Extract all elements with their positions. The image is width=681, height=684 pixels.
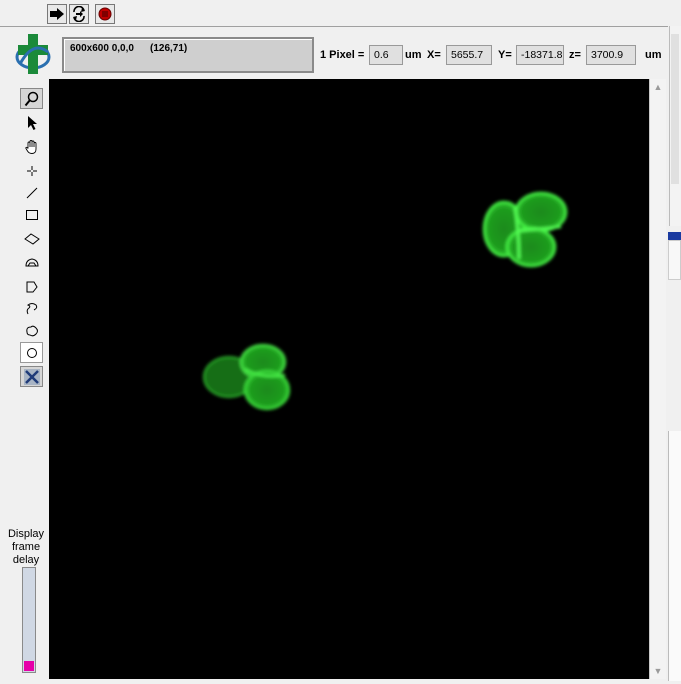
- polygon-tool-icon[interactable]: [20, 276, 43, 297]
- pan-hand-icon[interactable]: [20, 136, 43, 157]
- annulus-tool-icon[interactable]: [20, 252, 43, 273]
- y-position-field[interactable]: -18371.8: [516, 45, 564, 65]
- pixel-unit-label: um: [405, 49, 422, 61]
- delay-label-line3: delay: [12, 554, 40, 566]
- delay-label-line1: Display: [7, 528, 45, 540]
- z-label: z=: [569, 49, 581, 61]
- image-display-canvas[interactable]: [49, 79, 649, 679]
- y-label: Y=: [498, 49, 512, 61]
- position-unit-label: um: [645, 49, 662, 61]
- zoom-tool-icon[interactable]: [20, 88, 43, 109]
- top-toolbar: [0, 0, 681, 27]
- x-position-field[interactable]: 5655.7: [446, 45, 492, 65]
- x-label: X=: [427, 49, 441, 61]
- point-crosshair-icon[interactable]: [20, 160, 43, 181]
- image-status-box: 600x600 0,0,0 (126,71): [62, 37, 314, 73]
- image-info-text: 600x600 0,0,0: [70, 43, 134, 54]
- scroll-up-icon[interactable]: ▲: [652, 81, 664, 93]
- frame-delay-level: [24, 661, 34, 671]
- z-position-field[interactable]: 3700.9: [586, 45, 636, 65]
- rotated-rectangle-icon[interactable]: [20, 228, 43, 249]
- run-arrow-icon[interactable]: [47, 4, 67, 24]
- pixel-size-field[interactable]: 0.6: [369, 45, 403, 65]
- scroll-down-icon[interactable]: ▼: [652, 665, 664, 677]
- canvas-vertical-scrollbar[interactable]: ▲ ▼: [649, 79, 666, 679]
- freehand-region-icon[interactable]: [20, 320, 43, 341]
- frame-delay-slider[interactable]: [22, 567, 36, 673]
- app-logo: [14, 30, 52, 78]
- freehand-line-icon[interactable]: [20, 298, 43, 319]
- abort-stop-icon[interactable]: [95, 4, 115, 24]
- cursor-coordinates: (126,71): [150, 43, 188, 54]
- oval-tool-icon[interactable]: [20, 342, 43, 363]
- rectangle-tool-icon[interactable]: [20, 204, 43, 225]
- cell-cluster-upper: [482, 191, 568, 268]
- line-tool-icon[interactable]: [20, 182, 43, 203]
- pointer-tool-icon[interactable]: [20, 112, 43, 133]
- clear-roi-icon[interactable]: [20, 366, 43, 387]
- pixel-size-label: 1 Pixel =: [320, 49, 365, 61]
- cell-cluster-lower: [203, 343, 291, 411]
- background-window-edge: [668, 26, 681, 681]
- delay-label-line2: frame: [11, 541, 41, 553]
- display-frame-delay-label: Display frame delay: [4, 528, 48, 567]
- microscopy-image: [203, 191, 568, 411]
- run-continuous-icon[interactable]: [69, 4, 89, 24]
